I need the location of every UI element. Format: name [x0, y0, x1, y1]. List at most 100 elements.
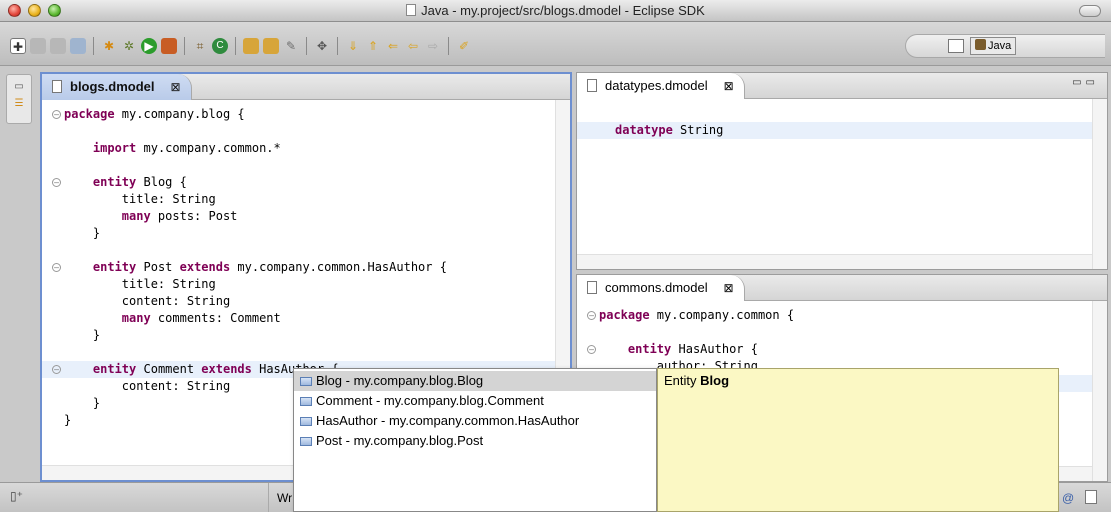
code-line[interactable]: } — [42, 225, 570, 242]
entity-icon — [300, 377, 312, 386]
code-line[interactable] — [577, 105, 1107, 122]
restore-view-icon[interactable]: ▭ — [7, 81, 31, 92]
code-line[interactable]: } — [42, 327, 570, 344]
code-line[interactable]: – entity Post extends my.company.common.… — [42, 259, 570, 276]
file-icon — [587, 281, 597, 294]
code-text: title: String — [64, 191, 216, 208]
keyword: entity — [92, 175, 137, 189]
code-text: datatype String — [615, 122, 723, 139]
fold-toggle-icon[interactable]: – — [52, 365, 61, 374]
new-icon[interactable]: ✚ — [10, 38, 26, 54]
fast-view-icon[interactable]: ▯⁺ — [10, 489, 23, 503]
content-assist-item[interactable]: Comment - my.company.blog.Comment — [294, 391, 656, 411]
toggle-mark-icon[interactable]: ✥ — [314, 38, 330, 54]
file-icon — [587, 79, 597, 92]
code-line[interactable]: – package my.company.blog { — [42, 106, 570, 123]
code-line[interactable] — [42, 157, 570, 174]
code-text: content: String — [64, 293, 230, 310]
code-token: title: String — [121, 277, 216, 291]
back-icon[interactable]: ⇦ — [405, 38, 421, 54]
problems-icon[interactable] — [1085, 490, 1097, 504]
code-text: } — [64, 327, 100, 344]
content-assist-item[interactable]: Post - my.company.blog.Post — [294, 431, 656, 451]
pin-editor-icon[interactable]: ✐ — [456, 38, 472, 54]
code-line[interactable]: many comments: Comment — [42, 310, 570, 327]
content-assist-item[interactable]: HasAuthor - my.company.common.HasAuthor — [294, 411, 656, 431]
code-line[interactable]: title: String — [42, 276, 570, 293]
code-line[interactable]: import my.company.common.* — [42, 140, 570, 157]
toolbar-separator — [184, 37, 185, 55]
toolbar-toggle-button[interactable] — [1079, 5, 1101, 17]
horizontal-scrollbar[interactable] — [577, 254, 1092, 269]
fold-toggle-icon[interactable]: – — [587, 345, 596, 354]
fold-toggle-icon[interactable]: – — [52, 178, 61, 187]
save-all-icon[interactable] — [50, 38, 66, 54]
external-tools-icon[interactable] — [161, 38, 177, 54]
next-annotation-icon[interactable]: ⇓ — [345, 38, 361, 54]
fold-toggle-icon[interactable]: – — [587, 311, 596, 320]
content-assist-documentation: Entity Blog — [657, 368, 1059, 512]
keyword: datatype — [615, 123, 673, 137]
code-token: HasAuthor { — [671, 342, 758, 356]
code-line[interactable]: – package my.company.common { — [577, 307, 1107, 324]
new-class-icon[interactable]: C — [212, 38, 228, 54]
close-tab-icon[interactable]: ⊠ — [170, 74, 180, 100]
code-line[interactable]: datatype String — [577, 122, 1107, 139]
close-tab-icon[interactable]: ⊠ — [724, 73, 734, 99]
code-line[interactable]: content: String — [42, 293, 570, 310]
editor-tabbar: commons.dmodel ⊠ — [577, 275, 1107, 301]
java-perspective-button[interactable]: Java — [970, 37, 1017, 55]
print-icon[interactable] — [70, 38, 86, 54]
vertical-scrollbar[interactable] — [1092, 301, 1107, 481]
code-text: package my.company.common { — [599, 307, 794, 324]
code-line[interactable] — [42, 344, 570, 361]
perspective-switcher: Java — [905, 34, 1105, 58]
code-text: } — [64, 412, 71, 429]
code-line[interactable]: many posts: Post — [42, 208, 570, 225]
code-line[interactable] — [42, 123, 570, 140]
minimize-maximize-icon[interactable]: ▭▭ — [1072, 77, 1099, 88]
code-text: } — [64, 395, 100, 412]
window-title: Java - my.project/src/blogs.dmodel - Ecl… — [0, 3, 1111, 18]
close-tab-icon[interactable]: ⊠ — [724, 275, 734, 301]
fold-toggle-icon[interactable]: – — [52, 110, 61, 119]
search-icon[interactable]: ✎ — [283, 38, 299, 54]
code-text: entity Post extends my.company.common.Ha… — [64, 259, 447, 276]
keyword: extends — [179, 260, 231, 274]
open-perspective-icon[interactable] — [948, 39, 964, 53]
save-icon[interactable] — [30, 38, 46, 54]
vertical-scrollbar[interactable] — [1092, 99, 1107, 269]
tab-commons-dmodel[interactable]: commons.dmodel ⊠ — [577, 275, 745, 301]
tab-blogs-dmodel[interactable]: blogs.dmodel ⊠ — [42, 74, 192, 100]
new-package-icon[interactable]: ⌗ — [192, 38, 208, 54]
content-assist-label: HasAuthor - my.company.common.HasAuthor — [316, 413, 580, 428]
keyword: extends — [201, 362, 252, 376]
code-line[interactable] — [577, 324, 1107, 341]
content-assist-item[interactable]: Blog - my.company.blog.Blog — [294, 371, 656, 391]
code-line[interactable]: – entity HasAuthor { — [577, 341, 1107, 358]
code-text: content: String — [64, 378, 230, 395]
editor-tabbar: blogs.dmodel ⊠ — [42, 74, 570, 100]
code-area[interactable]: datatype String — [577, 99, 1107, 269]
code-line[interactable]: – entity Blog { — [42, 174, 570, 191]
code-line[interactable]: title: String — [42, 191, 570, 208]
content-assist-label: Post - my.company.blog.Post — [316, 433, 484, 448]
code-token: content: String — [121, 294, 231, 308]
run-icon[interactable]: ▶ — [141, 38, 157, 54]
code-token: my.company.common { — [649, 308, 795, 322]
tab-datatypes-dmodel[interactable]: datatypes.dmodel ⊠ — [577, 73, 745, 99]
last-edit-icon[interactable]: ⇐ — [385, 38, 401, 54]
fold-toggle-icon[interactable]: – — [52, 263, 61, 272]
toolbar-separator — [306, 37, 307, 55]
code-token: comments: Comment — [150, 311, 281, 325]
open-task-icon[interactable] — [263, 38, 279, 54]
editor-tabbar: datatypes.dmodel ⊠ ▭▭ — [577, 73, 1107, 99]
previous-annotation-icon[interactable]: ⇑ — [365, 38, 381, 54]
code-line[interactable] — [42, 242, 570, 259]
forward-icon[interactable]: ⇨ — [425, 38, 441, 54]
bug-icon[interactable]: ✲ — [121, 38, 137, 54]
hierarchy-view-icon[interactable]: ☰ — [7, 98, 31, 109]
debug-icon[interactable]: ✱ — [101, 38, 117, 54]
open-type-icon[interactable] — [243, 38, 259, 54]
at-icon[interactable]: @ — [1062, 491, 1074, 505]
